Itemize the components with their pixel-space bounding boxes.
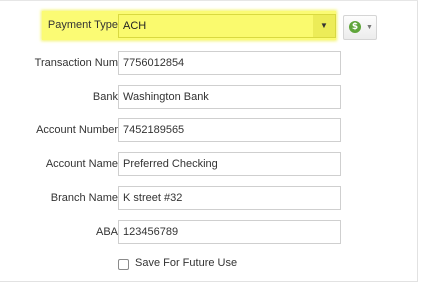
- branch-name-label: Branch Name: [50, 192, 118, 204]
- account-name-input[interactable]: [118, 152, 341, 176]
- dollar-circle-icon: $: [349, 21, 361, 33]
- bank-label: Bank: [92, 91, 118, 103]
- transaction-num-label: Transaction Num: [34, 57, 118, 69]
- chevron-down-icon[interactable]: ▼: [313, 15, 335, 37]
- account-name-label: Account Name: [45, 158, 118, 170]
- save-for-future-label[interactable]: Save For Future Use: [135, 257, 237, 269]
- transaction-num-input[interactable]: [118, 51, 341, 75]
- account-number-label: Account Number: [36, 124, 118, 136]
- bank-input[interactable]: [118, 85, 341, 109]
- aba-label: ABA: [95, 226, 118, 238]
- payment-type-select[interactable]: ACH ▼: [118, 14, 336, 38]
- aba-input[interactable]: [118, 220, 341, 244]
- payment-form-panel: Payment Type ACH ▼ $ ▼ Transaction Num B…: [0, 0, 418, 282]
- account-number-input[interactable]: [118, 118, 341, 142]
- payment-type-label: Payment Type: [47, 19, 118, 31]
- branch-name-input[interactable]: [118, 186, 341, 210]
- payment-type-value: ACH: [123, 20, 147, 32]
- payment-action-button[interactable]: $ ▼: [343, 15, 377, 40]
- save-for-future-checkbox[interactable]: [118, 259, 129, 270]
- top-divider: [0, 0, 418, 1]
- caret-down-icon: ▼: [366, 24, 373, 31]
